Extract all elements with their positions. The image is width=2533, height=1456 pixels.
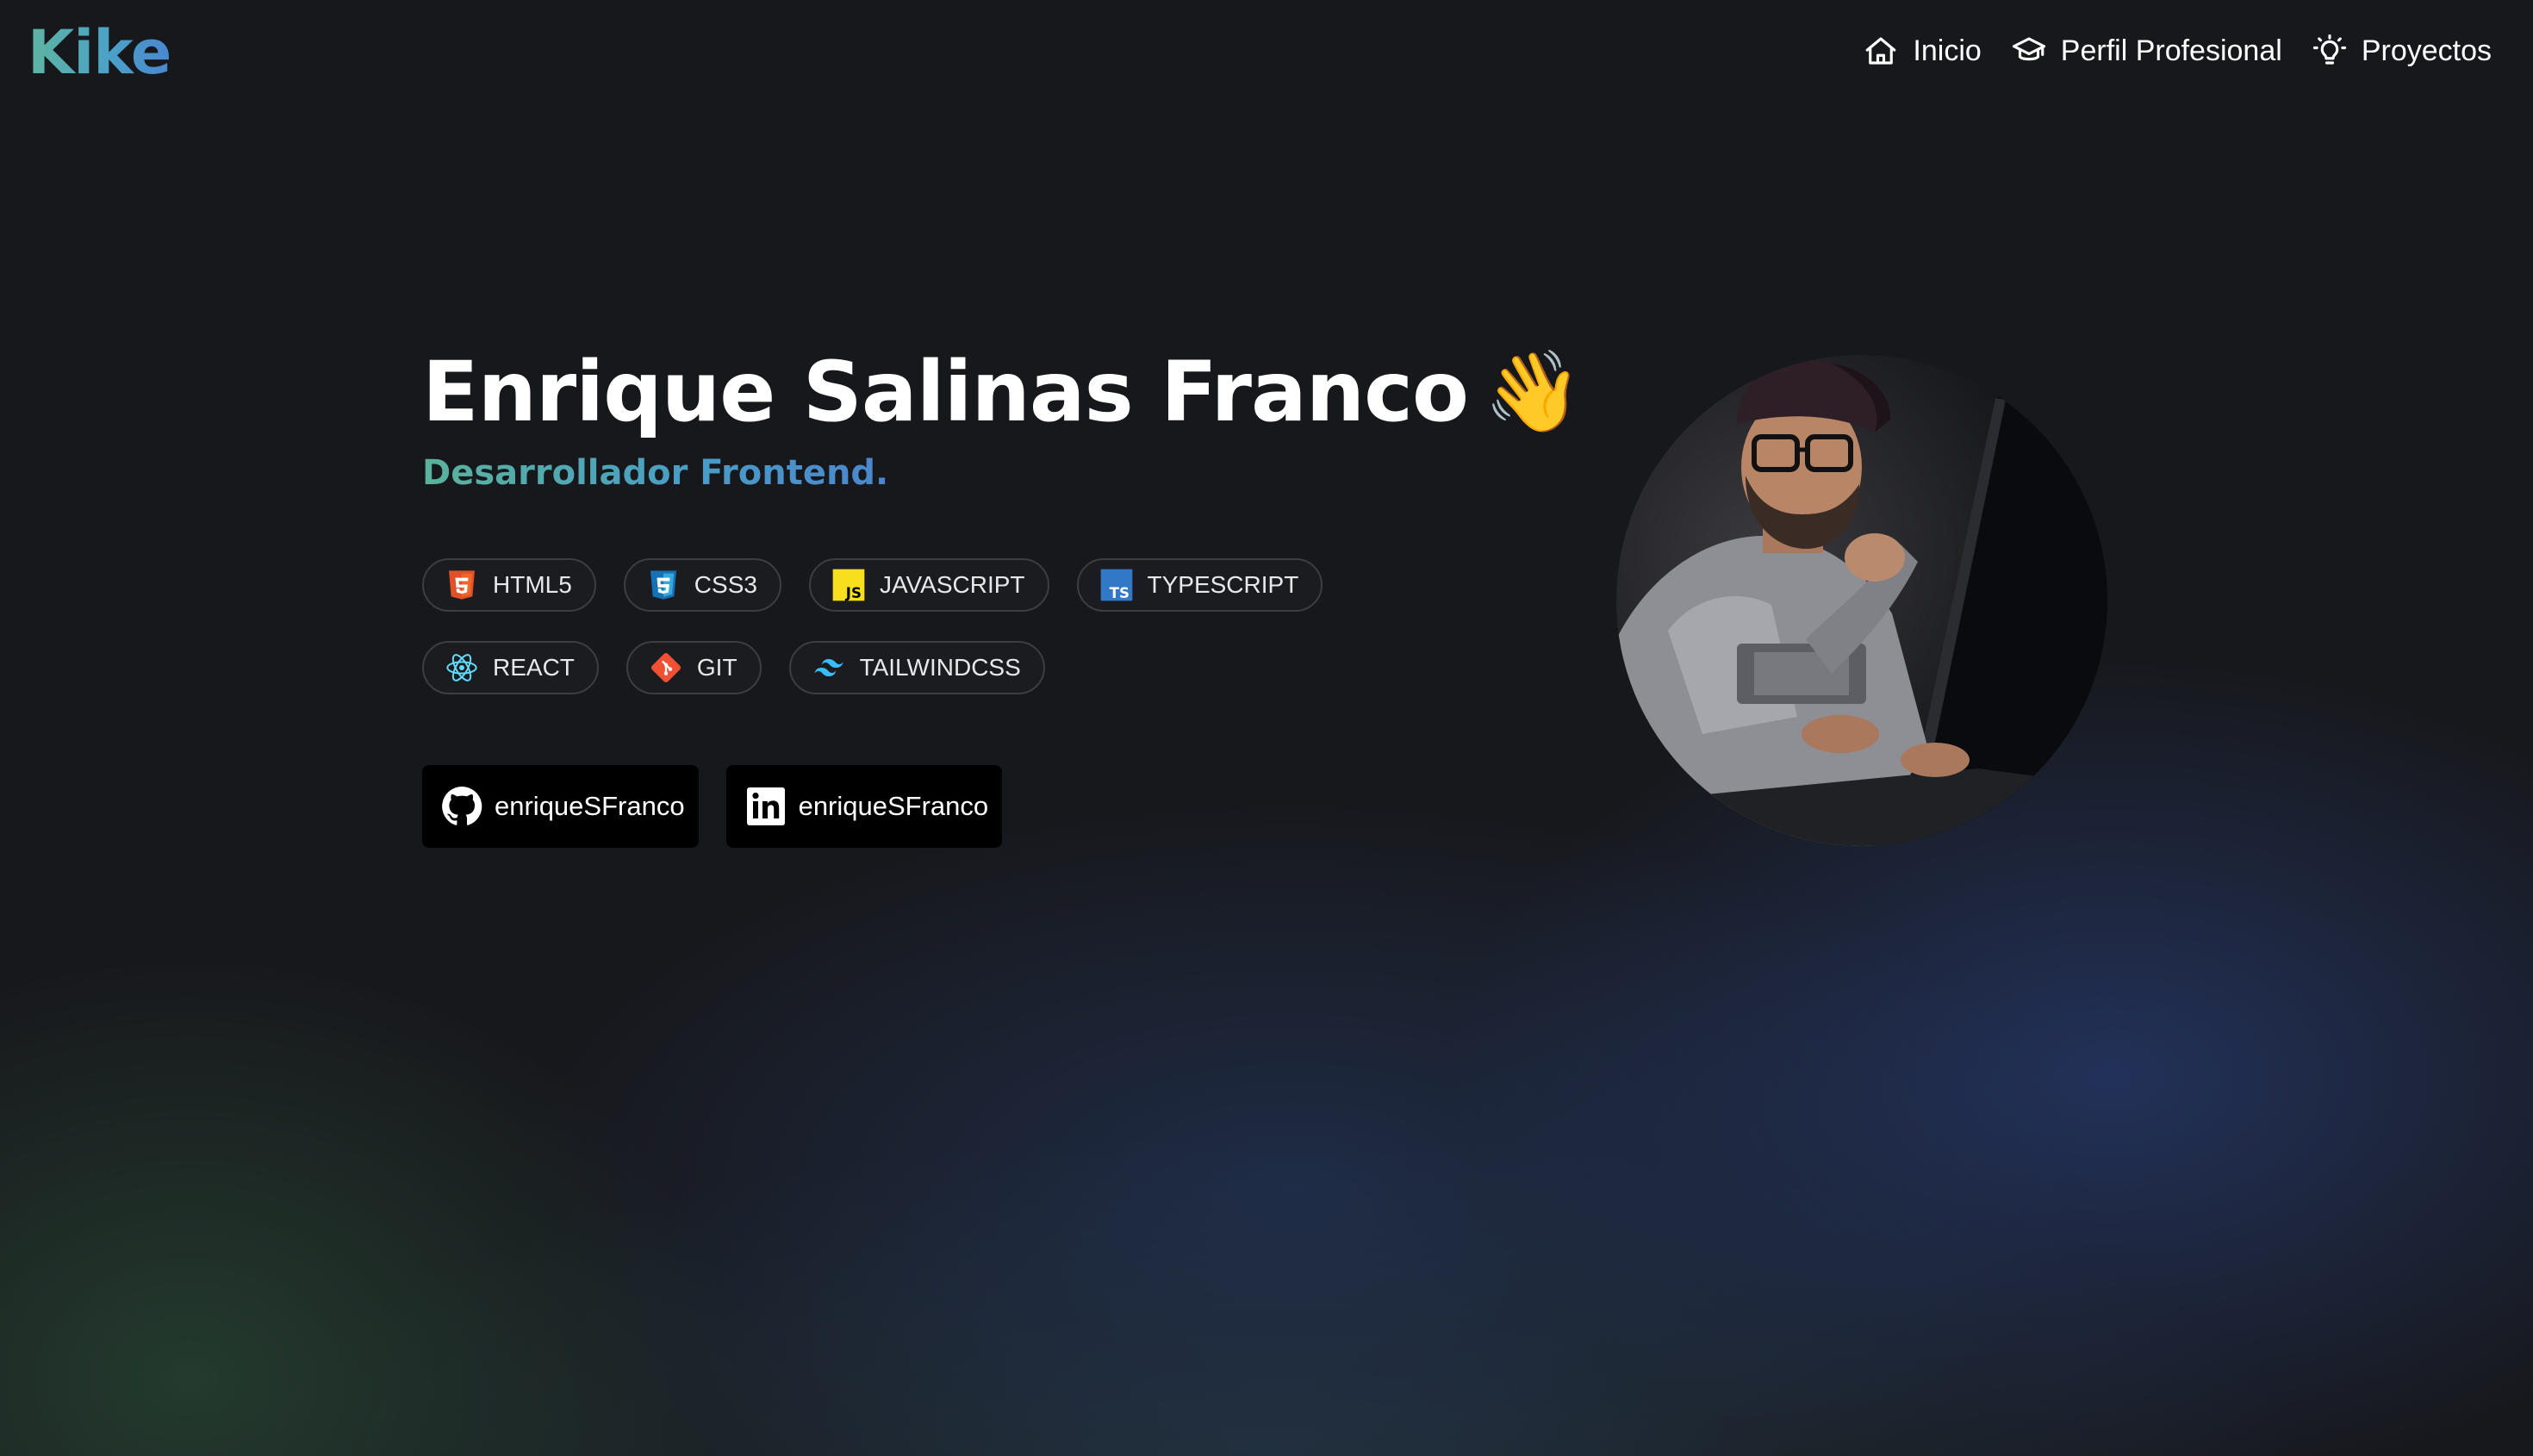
tag-git: GIT [625,641,762,694]
profile-photo [1616,355,2107,846]
linkedin-button[interactable]: enriqueSFranco [725,765,1003,848]
wave-emoji-icon: 👋 [1483,345,1583,438]
linkedin-label: enriqueSFranco [798,791,989,821]
github-label: enriqueSFranco [495,791,685,821]
hero-name: Enrique Salinas Franco [422,344,1469,440]
nav-label: Perfil Profesional [2060,34,2282,67]
tag-label: TAILWINDCSS [859,654,1021,681]
tag-label: REACT [493,654,575,681]
tag-css3: CSS3 [623,558,781,612]
tag-label: HTML5 [493,571,572,598]
tag-html5: HTML5 [422,558,596,612]
social-links: enriqueSFranco enriqueSFranco [422,765,1628,848]
site-header: Kike Inicio Perfil Profesional Proyectos [0,0,2533,112]
html5-icon [445,568,479,602]
tag-tailwindcss: TAILWINDCSS [788,641,1045,694]
nav-item-perfil-profesional[interactable]: Perfil Profesional [2011,33,2282,69]
git-icon [649,650,683,685]
tag-javascript: JS JAVASCRIPT [808,558,1049,612]
javascript-icon: JS [831,568,866,602]
graduation-cap-icon [2012,37,2045,61]
svg-text:TS: TS [1109,585,1129,601]
home-icon [1866,37,1896,65]
tag-label: GIT [696,654,737,681]
portfolio-page: Kike Inicio Perfil Profesional Proyectos… [0,0,2533,1456]
tech-tags-row: HTML5 CSS3 JS JAVASCRIPT TS TYPESCRIPT [422,558,1628,612]
tech-tags: HTML5 CSS3 JS JAVASCRIPT TS TYPESCRIPT R… [422,558,1628,694]
linkedin-icon [746,787,785,825]
tag-label: JAVASCRIPT [879,571,1025,598]
tag-typescript: TS TYPESCRIPT [1076,558,1323,612]
react-icon [445,650,479,685]
tailwindcss-icon [812,650,846,685]
tech-tags-row: REACT GIT TAILWINDCSS [422,641,1628,694]
tag-label: TYPESCRIPT [1147,571,1299,598]
logo[interactable]: Kike [28,17,171,88]
nav-label: Proyectos [2361,34,2492,67]
github-icon [442,786,482,825]
nav-item-proyectos[interactable]: Proyectos [2312,33,2492,69]
tag-label: CSS3 [694,571,757,598]
hero-section: Enrique Salinas Franco 👋 Desarrollador F… [422,336,1628,848]
nav-label: Inicio [1913,34,1982,67]
nav-item-inicio[interactable]: Inicio [1863,33,1982,69]
hero-title: Enrique Salinas Franco 👋 [422,336,1628,448]
svg-text:JS: JS [845,585,862,601]
hero-subtitle: Desarrollador Frontend. [422,453,889,493]
github-button[interactable]: enriqueSFranco [422,765,699,848]
css3-icon [646,568,681,602]
tag-react: REACT [422,641,599,694]
avatar [1616,355,2107,846]
lightbulb-icon [2312,34,2346,65]
typescript-icon: TS [1099,568,1134,602]
main-nav: Inicio Perfil Profesional Proyectos [1863,33,2492,69]
